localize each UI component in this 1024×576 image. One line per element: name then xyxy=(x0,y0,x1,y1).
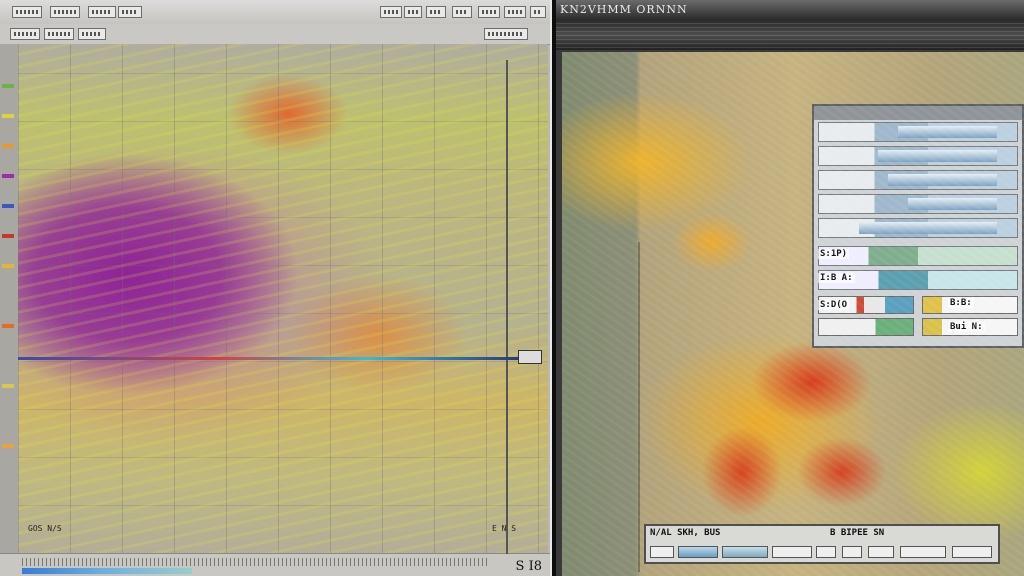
color-ruler xyxy=(0,44,19,554)
toolbar-button-5[interactable] xyxy=(380,6,402,18)
bottom-bar-button-8[interactable] xyxy=(900,546,946,558)
plot-readout-right: E N S xyxy=(492,524,517,533)
status-label: S I8 xyxy=(515,559,542,574)
map-boundary-line xyxy=(638,242,640,572)
inset-row-4[interactable] xyxy=(818,194,1018,214)
inset-label-1: S:1P) xyxy=(818,249,850,259)
secondary-toolbar xyxy=(0,24,550,45)
toolbar-button-11[interactable] xyxy=(530,6,546,18)
bottom-bar-button-6[interactable] xyxy=(842,546,862,558)
left-radar-window: GOS N/S E N S S I8 xyxy=(0,0,552,576)
inset-row-7[interactable] xyxy=(818,270,1018,290)
inset-label-2: I:B A: xyxy=(818,273,855,283)
inset-cell-right[interactable] xyxy=(922,296,1018,314)
bottom-bar-label-left: N/AL SKH, BUS xyxy=(650,528,721,538)
scale-color-strip xyxy=(22,568,192,574)
inset-row-2[interactable] xyxy=(818,146,1018,166)
radar-plot[interactable]: GOS N/S E N S xyxy=(18,44,548,554)
window-title: KN2VHMM ORNNN xyxy=(560,3,688,16)
inset-header xyxy=(814,106,1022,120)
bottom-bar-button-2[interactable] xyxy=(678,546,718,558)
timeline-scale[interactable] xyxy=(22,558,490,566)
inset-label-3: S:D(O xyxy=(818,300,850,310)
toolbar-button-9[interactable] xyxy=(478,6,500,18)
inset-row-1[interactable] xyxy=(818,122,1018,142)
bottom-bar-button-5[interactable] xyxy=(816,546,836,558)
secondary-button-3[interactable] xyxy=(78,28,106,40)
plot-readout-left: GOS N/S xyxy=(28,524,62,533)
secondary-button-4[interactable] xyxy=(484,28,528,40)
right-title-bar: KN2VHMM ORNNN xyxy=(556,0,1024,50)
toolbar-button-8[interactable] xyxy=(452,6,472,18)
toolbar-button-1[interactable] xyxy=(12,6,42,18)
inset-label-5: Bui N: xyxy=(948,322,985,332)
inset-row-6[interactable] xyxy=(818,246,1018,266)
top-toolbar xyxy=(0,0,550,25)
toolbar-button-6[interactable] xyxy=(404,6,422,18)
secondary-button-1[interactable] xyxy=(10,28,40,40)
inset-cell-left-2[interactable] xyxy=(818,318,914,336)
weather-map[interactable]: S:1P) I:B A: S:D(O B:B: Bui N: xyxy=(562,52,1024,576)
toolbar-button-7[interactable] xyxy=(426,6,446,18)
toolbar-button-3[interactable] xyxy=(88,6,116,18)
inset-label-4: B:B: xyxy=(948,298,974,308)
left-status-bar: S I8 xyxy=(0,553,550,576)
inset-row-5[interactable] xyxy=(818,218,1018,238)
secondary-button-2[interactable] xyxy=(44,28,74,40)
toolbar-button-4[interactable] xyxy=(118,6,142,18)
toolbar-button-2[interactable] xyxy=(50,6,80,18)
bottom-bar-button-4[interactable] xyxy=(772,546,812,558)
bottom-bar-button-3[interactable] xyxy=(722,546,768,558)
inset-row-3[interactable] xyxy=(818,170,1018,190)
right-bottom-toolbar: N/AL SKH, BUS B BIPEE SN xyxy=(644,524,1000,564)
bottom-bar-button-9[interactable] xyxy=(952,546,992,558)
bottom-bar-label-right: B BIPEE SN xyxy=(830,528,885,538)
bottom-bar-button-7[interactable] xyxy=(868,546,894,558)
right-map-window: KN2VHMM ORNNN S:1P) I:B A: S:D(O B:B: Bu… xyxy=(556,0,1024,576)
vertical-cursor-line[interactable] xyxy=(506,60,508,554)
title-bar-texture xyxy=(556,20,1024,48)
marker-handle[interactable] xyxy=(518,350,542,364)
toolbar-button-10[interactable] xyxy=(504,6,526,18)
horizontal-marker-line[interactable] xyxy=(18,357,518,360)
bottom-bar-button-1[interactable] xyxy=(650,546,674,558)
inset-data-panel: S:1P) I:B A: S:D(O B:B: Bui N: xyxy=(812,104,1024,348)
inset-cell-left[interactable] xyxy=(818,296,914,314)
inset-cell-right-2[interactable] xyxy=(922,318,1018,336)
